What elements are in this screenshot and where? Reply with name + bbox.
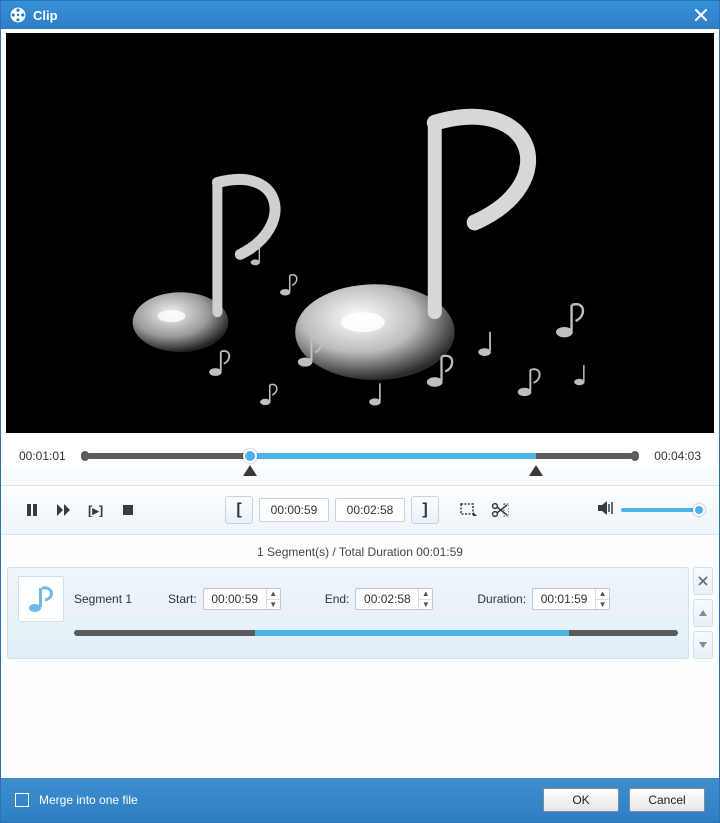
move-segment-up-button[interactable] (693, 599, 713, 627)
timeline-track[interactable] (85, 449, 635, 463)
segment-duration-label: Duration: (477, 592, 526, 606)
total-time-label: 00:04:03 (647, 449, 701, 463)
volume-control (597, 500, 701, 521)
spin-up-icon[interactable]: ▲ (596, 589, 609, 600)
set-start-bracket-button[interactable]: [ (225, 496, 253, 524)
range-markers (85, 467, 635, 481)
segment-end-value: 00:02:58 (356, 592, 418, 606)
segment-end-label: End: (325, 592, 350, 606)
set-end-bracket-button[interactable]: ] (411, 496, 439, 524)
spin-down-icon[interactable]: ▼ (596, 600, 609, 610)
chevron-up-icon (698, 609, 708, 617)
stop-icon (122, 504, 134, 516)
stop-button[interactable] (115, 497, 141, 523)
segment-start-value: 00:00:59 (204, 592, 266, 606)
start-bracket-time[interactable]: 00:00:59 (259, 498, 329, 522)
crop-icon (459, 502, 477, 518)
segments-list: Segment 1 Start: 00:00:59 ▲▼ End: 00:02:… (1, 567, 719, 659)
app-icon (9, 6, 27, 24)
segment-duration-value: 00:01:59 (533, 592, 595, 606)
music-artwork (6, 33, 714, 432)
spin-down-icon[interactable]: ▼ (419, 600, 432, 610)
segment-track[interactable] (74, 630, 678, 636)
segment-name: Segment 1 (74, 592, 154, 606)
speaker-icon[interactable] (597, 500, 615, 521)
move-segment-down-button[interactable] (693, 631, 713, 659)
end-bracket-time[interactable]: 00:02:58 (335, 498, 405, 522)
fast-forward-icon (56, 503, 72, 517)
segments-summary: 1 Segment(s) / Total Duration 00:01:59 (1, 535, 719, 567)
close-button[interactable] (691, 5, 711, 25)
close-icon (695, 9, 707, 21)
pause-button[interactable] (19, 497, 45, 523)
crop-button[interactable] (455, 497, 481, 523)
remove-segment-button[interactable] (693, 567, 713, 595)
cut-button[interactable] (487, 497, 513, 523)
volume-slider[interactable] (621, 508, 701, 512)
segment-start-input[interactable]: 00:00:59 ▲▼ (203, 588, 281, 610)
segment-thumbnail (18, 576, 64, 622)
fast-forward-button[interactable] (51, 497, 77, 523)
scissors-icon (491, 502, 509, 518)
titlebar: Clip (1, 1, 719, 29)
merge-label: Merge into one file (39, 793, 138, 807)
next-frame-icon: [▸] (88, 503, 104, 517)
music-note-icon (27, 584, 55, 614)
x-icon (698, 576, 708, 586)
preview-area (1, 29, 719, 433)
cancel-button[interactable]: Cancel (629, 788, 705, 812)
playback-timeline: 00:01:01 00:04:03 (1, 433, 719, 467)
footer: Merge into one file OK Cancel (1, 778, 719, 822)
timeline-playhead[interactable] (243, 449, 257, 463)
segment-row[interactable]: Segment 1 Start: 00:00:59 ▲▼ End: 00:02:… (7, 567, 689, 659)
spin-up-icon[interactable]: ▲ (419, 589, 432, 600)
merge-checkbox[interactable] (15, 793, 29, 807)
segment-end-input[interactable]: 00:02:58 ▲▼ (355, 588, 433, 610)
range-end-marker[interactable] (529, 465, 543, 476)
window-title: Clip (33, 8, 58, 23)
spin-down-icon[interactable]: ▼ (267, 600, 280, 610)
playback-controls: [▸] [ 00:00:59 00:02:58 ] (1, 485, 719, 535)
spin-up-icon[interactable]: ▲ (267, 589, 280, 600)
range-start-marker[interactable] (243, 465, 257, 476)
pause-icon (25, 503, 39, 517)
volume-thumb[interactable] (693, 504, 705, 516)
ok-button[interactable]: OK (543, 788, 619, 812)
current-time-label: 00:01:01 (19, 449, 73, 463)
segment-start-label: Start: (168, 592, 197, 606)
next-frame-button[interactable]: [▸] (83, 497, 109, 523)
segment-duration-input[interactable]: 00:01:59 ▲▼ (532, 588, 610, 610)
svg-text:[▸]: [▸] (88, 503, 103, 517)
video-preview[interactable] (6, 33, 714, 433)
clip-window: Clip (0, 0, 720, 823)
empty-area (1, 659, 719, 778)
chevron-down-icon (698, 641, 708, 649)
